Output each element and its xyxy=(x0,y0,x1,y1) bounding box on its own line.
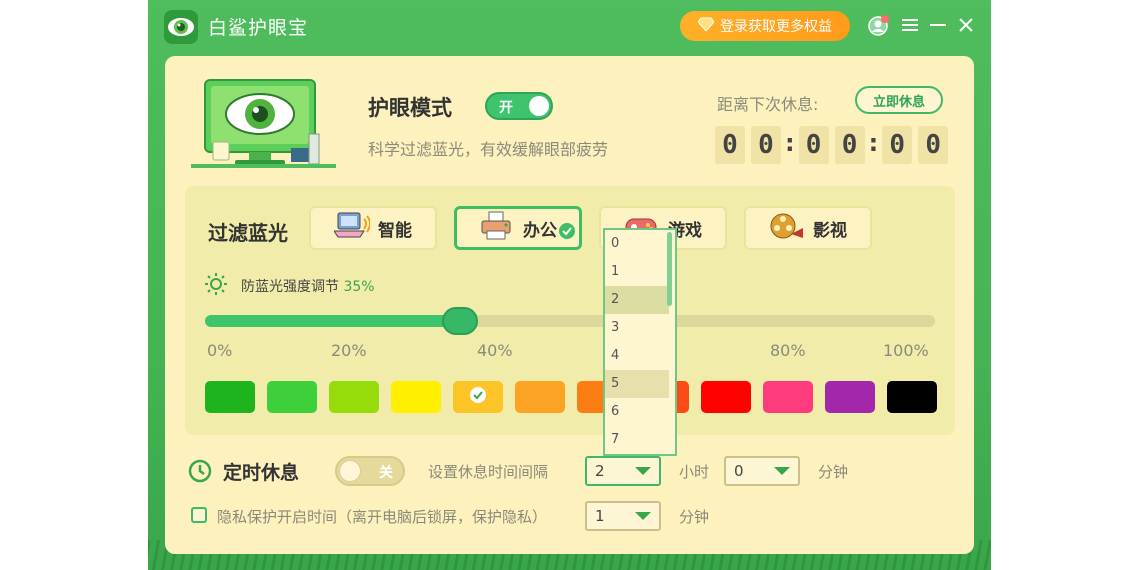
countdown-digit: 0 xyxy=(834,126,865,164)
countdown-digit: 0 xyxy=(715,126,745,164)
countdown-digit: 0 xyxy=(918,126,949,164)
slider-handle[interactable] xyxy=(442,307,478,335)
dropdown-option[interactable]: 4 xyxy=(605,342,669,370)
color-swatch[interactable] xyxy=(887,381,937,413)
privacy-minutes-select[interactable]: 1 xyxy=(585,501,661,531)
film-reel-icon xyxy=(769,210,805,247)
eye-mode-title: 护眼模式 xyxy=(368,96,452,120)
countdown-digit: 0 xyxy=(798,126,829,164)
mode-button-smart[interactable]: 智能 xyxy=(309,206,437,250)
privacy-unit: 分钟 xyxy=(679,508,710,526)
login-rights-label: 登录获取更多权益 xyxy=(720,19,832,35)
color-swatch[interactable] xyxy=(701,381,751,413)
slider-tick-label: 100% xyxy=(883,341,929,360)
user-avatar-icon[interactable] xyxy=(867,13,891,37)
dropdown-scrollbar[interactable] xyxy=(667,232,672,306)
close-icon[interactable] xyxy=(954,13,978,37)
strength-value: 35% xyxy=(343,279,375,295)
eye-mode-toggle-label: 开 xyxy=(499,100,513,116)
app-logo-icon xyxy=(164,10,198,44)
countdown-separator: : xyxy=(868,129,879,157)
color-swatch[interactable] xyxy=(763,381,813,413)
countdown-digit: 0 xyxy=(751,126,781,164)
privacy-label: 隐私保护开启时间（离开电脑后锁屏，保护隐私） xyxy=(217,508,548,526)
minimize-icon[interactable] xyxy=(926,13,950,37)
color-swatch[interactable] xyxy=(515,381,565,413)
strength-label: 防蓝光强度调节 35% xyxy=(241,276,375,296)
dropdown-option[interactable]: 5 xyxy=(605,370,669,398)
toggle-knob xyxy=(339,460,361,482)
timed-rest-title: 定时休息 xyxy=(223,462,300,484)
strength-label-text: 防蓝光强度调节 xyxy=(241,279,339,295)
chevron-down-icon xyxy=(635,467,651,475)
dropdown-option[interactable]: 0 xyxy=(605,230,669,258)
dropdown-option[interactable]: 3 xyxy=(605,314,669,342)
color-swatch[interactable] xyxy=(391,381,441,413)
color-swatch[interactable] xyxy=(453,381,503,413)
strength-slider[interactable] xyxy=(205,307,935,335)
chevron-down-icon xyxy=(635,512,651,520)
dropdown-option[interactable]: 2 xyxy=(605,286,669,314)
slider-tick-label: 20% xyxy=(331,341,367,360)
eye-mode-toggle[interactable]: 开 xyxy=(485,92,553,120)
countdown-display: 0 0 : 0 0 : 0 0 xyxy=(715,126,954,164)
login-rights-button[interactable]: 登录获取更多权益 xyxy=(680,11,850,41)
color-swatch[interactable] xyxy=(825,381,875,413)
monitor-eye-illustration xyxy=(191,78,336,174)
interval-label: 设置休息时间间隔 xyxy=(428,463,549,481)
minutes-select-value: 0 xyxy=(734,462,744,480)
minutes-select[interactable]: 0 xyxy=(724,456,800,486)
main-card: 护眼模式 开 科学过滤蓝光，有效缓解眼部疲劳 距离下次休息: 立即休息 0 0 … xyxy=(165,56,974,554)
next-rest-label: 距离下次休息: xyxy=(717,95,819,114)
color-swatch[interactable] xyxy=(267,381,317,413)
strength-row: 防蓝光强度调节 35% xyxy=(205,273,375,299)
slider-fill xyxy=(205,315,460,327)
timed-rest-toggle[interactable]: 关 xyxy=(335,456,405,486)
mode-button-label: 智能 xyxy=(378,220,412,241)
hours-select-value: 2 xyxy=(595,462,605,480)
dropdown-option[interactable]: 7 xyxy=(605,426,669,454)
minutes-unit: 分钟 xyxy=(818,463,849,481)
blue-light-filter-panel: 过滤蓝光 智能 办公 游戏 影视 防蓝光强度调节 35% 0% 20% 40% … xyxy=(185,186,955,435)
mode-button-film[interactable]: 影视 xyxy=(744,206,872,250)
privacy-checkbox[interactable] xyxy=(191,507,207,523)
color-swatch[interactable] xyxy=(329,381,379,413)
toggle-knob xyxy=(529,96,549,116)
slider-tick-label: 0% xyxy=(207,341,233,360)
selected-check-icon xyxy=(469,386,487,408)
timed-rest-toggle-label: 关 xyxy=(379,465,393,481)
mode-button-label: 影视 xyxy=(813,220,847,241)
slider-tick-label: 80% xyxy=(770,341,806,360)
dropdown-option[interactable]: 6 xyxy=(605,398,669,426)
eye-mode-description: 科学过滤蓝光，有效缓解眼部疲劳 xyxy=(368,140,609,159)
computer-icon xyxy=(333,211,371,246)
app-window: 白鲨护眼宝 登录获取更多权益 护眼模式 开 科学过滤蓝光，有效缓解眼部疲劳 距离… xyxy=(148,0,991,570)
color-swatch[interactable] xyxy=(205,381,255,413)
hours-unit: 小时 xyxy=(679,463,710,481)
printer-icon xyxy=(479,211,515,246)
countdown-digit: 0 xyxy=(882,126,913,164)
app-title: 白鲨护眼宝 xyxy=(208,17,309,39)
hours-select[interactable]: 2 xyxy=(585,456,661,486)
dropdown-option[interactable]: 1 xyxy=(605,258,669,286)
selected-check-icon xyxy=(559,223,575,244)
countdown-separator: : xyxy=(785,129,795,157)
hours-dropdown-list[interactable]: 01234567 xyxy=(603,228,677,456)
diamond-icon xyxy=(697,17,715,35)
menu-icon[interactable] xyxy=(898,13,922,37)
mode-button-label: 办公 xyxy=(523,220,557,241)
sun-icon xyxy=(205,273,227,299)
slider-tick-label: 40% xyxy=(477,341,513,360)
chevron-down-icon xyxy=(774,467,790,475)
mode-button-office[interactable]: 办公 xyxy=(454,206,582,250)
filter-title: 过滤蓝光 xyxy=(208,221,288,245)
clock-icon xyxy=(188,459,212,487)
rest-now-button[interactable]: 立即休息 xyxy=(855,86,943,114)
privacy-select-value: 1 xyxy=(595,507,605,525)
